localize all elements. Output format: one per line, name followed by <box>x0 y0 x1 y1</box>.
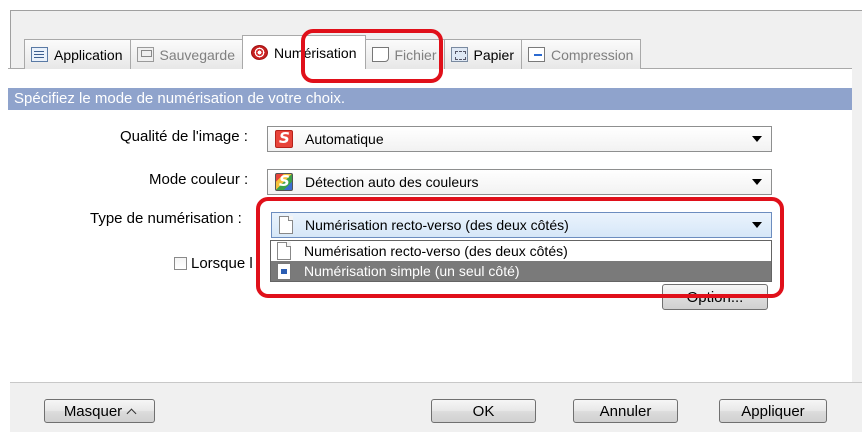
scan-type-label: Type de numérisation : <box>90 210 242 227</box>
color-mode-select[interactable]: Détection auto des couleurs <box>267 169 772 195</box>
file-icon <box>371 47 389 62</box>
dropdown-option-duplex[interactable]: Numérisation recto-verso (des deux côtés… <box>271 241 771 261</box>
save-icon <box>136 47 154 62</box>
image-quality-label: Qualité de l'image : <box>120 128 248 145</box>
tab-papier[interactable]: Papier <box>443 39 522 69</box>
tab-label: Sauvegarde <box>159 46 236 63</box>
scan-type-select[interactable]: Numérisation recto-verso (des deux côtés… <box>271 212 772 238</box>
color-mode-label: Mode couleur : <box>149 171 249 188</box>
image-quality-value: Automatique <box>305 131 384 147</box>
tab-application[interactable]: Application <box>24 39 131 69</box>
color-mode-value: Détection auto des couleurs <box>305 174 479 190</box>
option-label: Numérisation simple (un seul côté) <box>304 263 520 279</box>
dropdown-arrow-icon <box>752 222 762 228</box>
hide-button[interactable]: Masquer <box>44 399 155 423</box>
compression-icon <box>527 47 545 62</box>
application-icon <box>31 47 48 62</box>
duplex-doc-icon <box>279 216 293 234</box>
color-s-icon <box>275 172 293 191</box>
option-button[interactable]: Option... <box>662 284 768 310</box>
simplex-doc-icon <box>277 262 291 280</box>
dropdown-arrow-icon <box>752 179 762 185</box>
ok-button-label: OK <box>472 402 495 420</box>
tab-numerisation[interactable]: Numérisation <box>242 35 366 69</box>
tab-sauvegarde[interactable]: Sauvegarde <box>129 39 244 69</box>
scan-type-value: Numérisation recto-verso (des deux côtés… <box>305 217 569 233</box>
ok-button[interactable]: OK <box>431 399 536 423</box>
tab-label: Numérisation <box>274 44 357 61</box>
cancel-button-label: Annuler <box>599 402 652 420</box>
duplex-doc-icon <box>277 242 291 260</box>
tab-label: Papier <box>473 46 514 63</box>
when-checkbox-label: Lorsque l <box>191 255 253 272</box>
cancel-button[interactable]: Annuler <box>573 399 678 423</box>
paper-icon <box>450 47 468 62</box>
dropdown-arrow-icon <box>752 136 762 142</box>
when-checkbox[interactable] <box>174 257 187 270</box>
tab-strip: Application Sauvegarde Numérisation Fich… <box>24 35 642 69</box>
dropdown-option-simplex[interactable]: Numérisation simple (un seul côté) <box>271 261 771 281</box>
instruction-banner: Spécifiez le mode de numérisation de vot… <box>8 88 852 110</box>
image-quality-select[interactable]: Automatique <box>267 126 772 152</box>
auto-s-icon <box>275 129 293 148</box>
tab-fichier[interactable]: Fichier <box>364 39 445 69</box>
apply-button-label: Appliquer <box>741 402 805 420</box>
scan-type-dropdown-list: Numérisation recto-verso (des deux côtés… <box>270 240 772 282</box>
tab-label: Application <box>54 46 123 63</box>
apply-button[interactable]: Appliquer <box>719 399 827 423</box>
tab-label: Fichier <box>394 46 437 63</box>
hide-button-label: Masquer <box>63 402 123 420</box>
option-button-label: Option... <box>686 288 744 306</box>
scan-icon <box>251 45 269 60</box>
tab-label: Compression <box>550 46 634 63</box>
option-label: Numérisation recto-verso (des deux côtés… <box>304 243 568 259</box>
tab-compression[interactable]: Compression <box>520 39 642 69</box>
chevron-up-icon <box>126 408 137 418</box>
